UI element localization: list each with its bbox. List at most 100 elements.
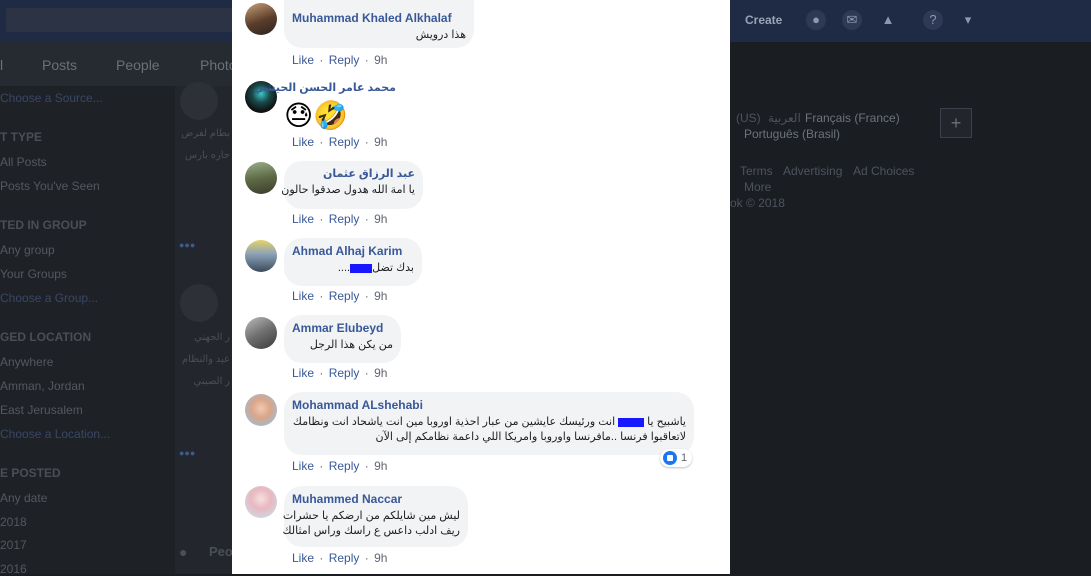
caret-down-icon[interactable]: ▾ xyxy=(958,10,978,30)
comment-text: ريف ادلب داعس ع راسك وراس امثالك xyxy=(282,525,460,537)
comment-timestamp[interactable]: 9h xyxy=(374,366,387,380)
comment-timestamp[interactable]: 9h xyxy=(374,551,387,565)
comment-author[interactable]: Muhammed Naccar xyxy=(292,492,460,506)
like-reaction-icon xyxy=(663,451,677,465)
comment-author[interactable]: Ahmad Alhaj Karim xyxy=(292,244,414,258)
filter-any-date[interactable]: Any date xyxy=(0,491,47,505)
avatar[interactable] xyxy=(245,486,277,518)
comment-bubble: Muhammed Naccar ليش مين شايلكم من ارضكم … xyxy=(282,486,468,547)
add-language-button[interactable]: + xyxy=(940,108,972,138)
choose-source-link[interactable]: Choose a Source... xyxy=(0,91,103,105)
avatar[interactable] xyxy=(245,240,277,272)
reply-button[interactable]: Reply xyxy=(329,53,360,67)
comment-text: ياشبيح ياانت ورئيسك عايشين من عبار احذية… xyxy=(292,416,686,428)
like-button[interactable]: Like xyxy=(292,366,314,380)
filter-amman[interactable]: Amman, Jordan xyxy=(0,379,85,393)
result-snippet: عيد والنظام xyxy=(181,354,230,365)
comment-timestamp[interactable]: 9h xyxy=(374,135,387,149)
comment-timestamp[interactable]: 9h xyxy=(374,459,387,473)
reply-button[interactable]: Reply xyxy=(329,212,360,226)
comment-text: ليش مين شايلكم من ارضكم يا حشرات xyxy=(282,510,460,522)
reactions-icon: ●●● xyxy=(179,448,196,458)
search-input[interactable] xyxy=(6,8,232,32)
filter-posts-seen[interactable]: Posts You've Seen xyxy=(0,179,100,193)
bell-icon[interactable]: ▲ xyxy=(878,10,898,30)
filter-all-posts[interactable]: All Posts xyxy=(0,155,47,169)
avatar[interactable] xyxy=(245,162,277,194)
reply-button[interactable]: Reply xyxy=(329,135,360,149)
result-snippet: ر الجهني xyxy=(194,332,230,343)
like-button[interactable]: Like xyxy=(292,551,314,565)
advertising-link[interactable]: Advertising xyxy=(783,164,842,178)
people-icon: ● xyxy=(179,544,188,560)
create-button[interactable]: Create xyxy=(745,13,782,27)
filter-year-2018[interactable]: 2018 xyxy=(0,515,27,529)
result-snippet: بطام لفرض xyxy=(181,128,230,139)
comment-author[interactable]: عبد الرزاق عثمان xyxy=(292,167,415,180)
language-us[interactable]: (US) xyxy=(736,111,761,125)
right-sidebar: (US) العربية Français (France) Português… xyxy=(730,86,1091,574)
comment-actions: Like · Reply · 9h xyxy=(292,135,388,149)
messenger-icon[interactable]: ✉ xyxy=(842,10,862,30)
like-button[interactable]: Like xyxy=(292,289,314,303)
choose-group-link[interactable]: Choose a Group... xyxy=(0,291,98,305)
tab-people[interactable]: People xyxy=(116,57,160,73)
comment-author[interactable]: Ammar Elubeyd xyxy=(292,321,393,335)
avatar xyxy=(180,82,218,120)
comment-bubble: Ahmad Alhaj Karim بدك تضل.... xyxy=(284,238,422,286)
comment-author[interactable]: محمد عامر الحسن الحيشي xyxy=(254,81,397,94)
comment-author[interactable]: Mohammad ALshehabi xyxy=(292,398,686,412)
copyright-text: ok © 2018 xyxy=(730,196,785,210)
emoji-reaction-text: 😓🤣 xyxy=(284,99,349,132)
comment-author[interactable]: Muhammad Khaled Alkhalaf xyxy=(292,11,466,25)
comment-timestamp[interactable]: 9h xyxy=(374,289,387,303)
language-french[interactable]: Français (France) xyxy=(805,111,900,125)
avatar[interactable] xyxy=(245,3,277,35)
tab-posts[interactable]: Posts xyxy=(42,57,77,73)
filters-sidebar: Choose a Source... T TYPE All Posts Post… xyxy=(0,86,175,576)
reply-button[interactable]: Reply xyxy=(329,289,360,303)
language-arabic[interactable]: العربية xyxy=(768,111,801,125)
comment-actions: Like · Reply · 9h xyxy=(292,212,388,226)
comment-timestamp[interactable]: 9h xyxy=(374,53,387,67)
comment-actions: Like · Reply · 9h xyxy=(292,551,388,565)
filter-any-group[interactable]: Any group xyxy=(0,243,55,257)
comment-actions: Like · Reply · 9h xyxy=(292,53,388,67)
filter-anywhere[interactable]: Anywhere xyxy=(0,355,53,369)
posted-in-group-heading: TED IN GROUP xyxy=(0,218,87,232)
reply-button[interactable]: Reply xyxy=(329,551,360,565)
reply-button[interactable]: Reply xyxy=(329,366,360,380)
avatar[interactable] xyxy=(245,394,277,426)
like-button[interactable]: Like xyxy=(292,212,314,226)
filter-east-jerusalem[interactable]: East Jerusalem xyxy=(0,403,83,417)
filter-your-groups[interactable]: Your Groups xyxy=(0,267,67,281)
comment-bubble: Muhammad Khaled Alkhalaf هذا درويش xyxy=(284,0,474,48)
terms-link[interactable]: Terms xyxy=(740,164,773,178)
language-portuguese[interactable]: Português (Brasil) xyxy=(744,127,840,141)
comment-text: من يكن هذا الرجل xyxy=(309,339,393,351)
comment-bubble: عبد الرزاق عثمان يا امة الله هدول صدقوا … xyxy=(281,161,423,209)
avatar xyxy=(180,284,218,322)
filter-year-2017[interactable]: 2017 xyxy=(0,538,27,552)
like-button[interactable]: Like xyxy=(292,53,314,67)
avatar[interactable] xyxy=(245,317,277,349)
reply-button[interactable]: Reply xyxy=(329,459,360,473)
help-icon[interactable]: ? xyxy=(923,10,943,30)
comment-text: لاتعاقبوا فرنسا ..مافرنسا واوروبا وامريك… xyxy=(375,431,686,443)
reaction-count-badge[interactable]: 1 xyxy=(660,449,693,467)
post-type-heading: T TYPE xyxy=(0,130,43,144)
like-button[interactable]: Like xyxy=(292,135,314,149)
results-column: بطام لفرض حاره بارس ●●● ر الجهني عيد وال… xyxy=(175,82,233,574)
reaction-count: 1 xyxy=(681,452,688,464)
comments-panel: Muhammad Khaled Alkhalaf هذا درويش Like … xyxy=(232,0,730,574)
comment-timestamp[interactable]: 9h xyxy=(374,212,387,226)
choose-location-link[interactable]: Choose a Location... xyxy=(0,427,110,441)
tab-all[interactable]: l xyxy=(0,57,3,73)
friends-icon[interactable]: ● xyxy=(806,10,826,30)
more-link[interactable]: More xyxy=(744,180,771,194)
search-tabs: l Posts People Photo xyxy=(0,42,237,87)
ad-choices-link[interactable]: Ad Choices xyxy=(853,164,914,178)
comment-bubble: Ammar Elubeyd من يكن هذا الرجل xyxy=(284,315,401,363)
like-button[interactable]: Like xyxy=(292,459,314,473)
people-heading: Peo xyxy=(209,544,233,559)
